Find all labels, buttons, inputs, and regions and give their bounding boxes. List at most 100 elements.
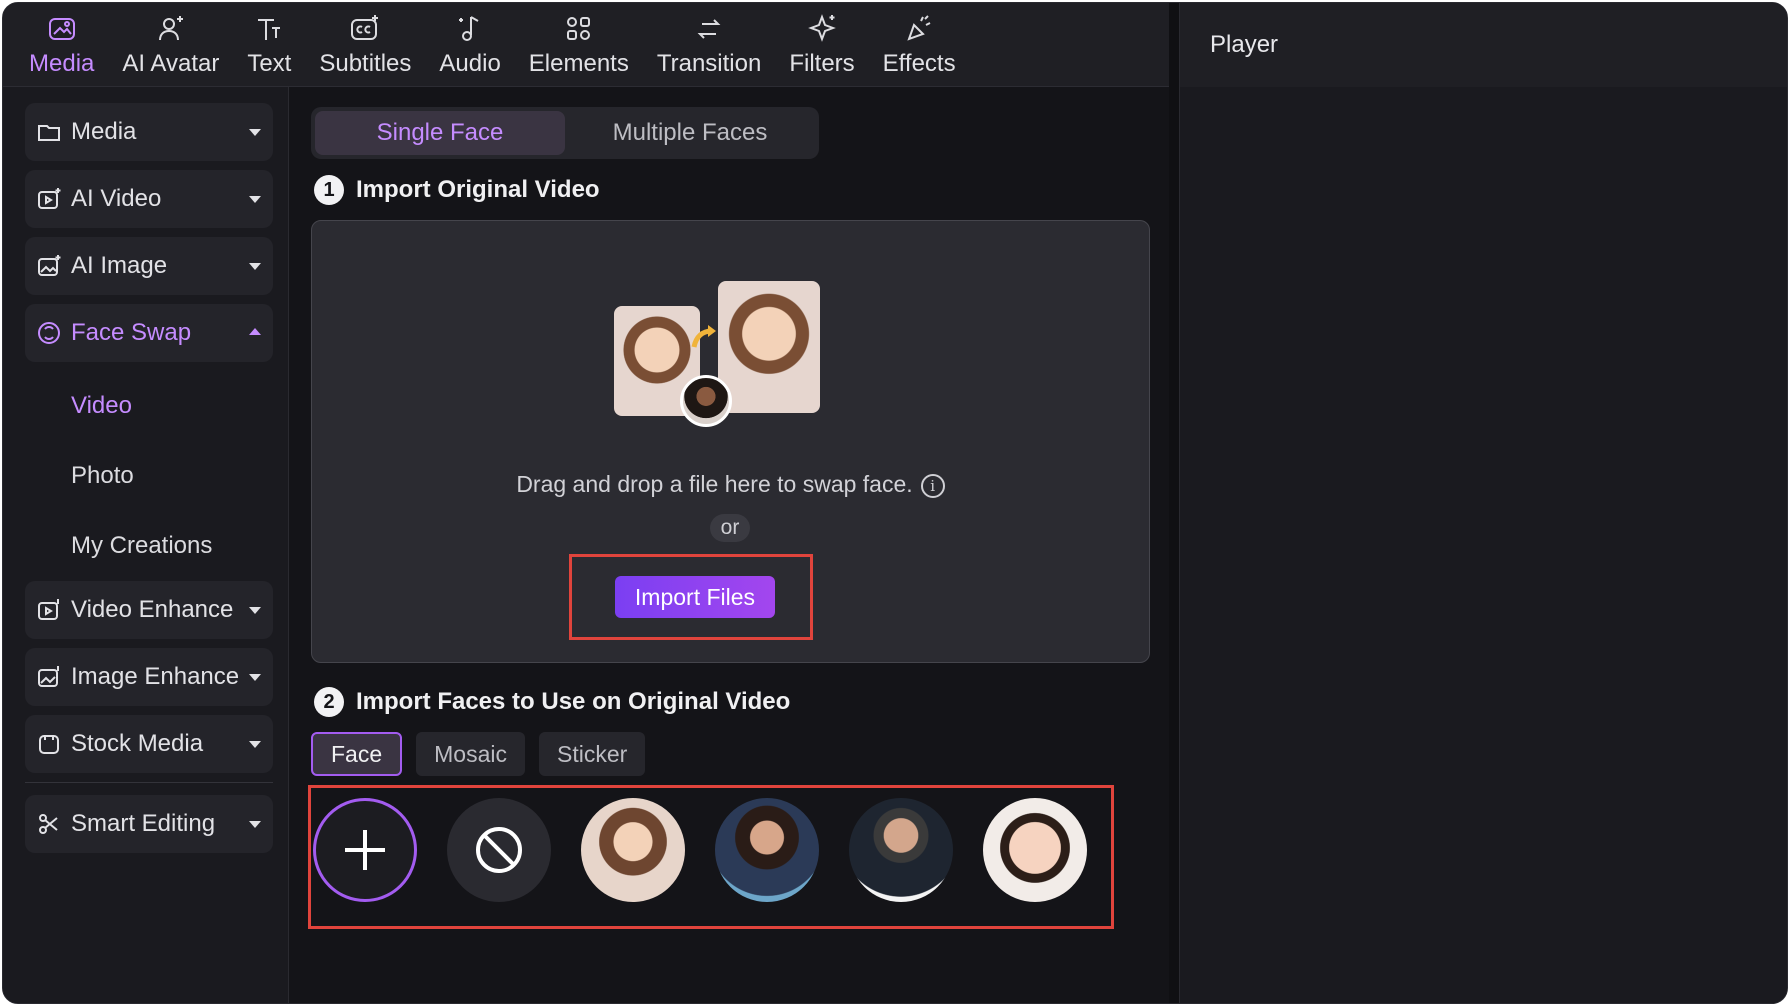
tab-label: Effects [882,49,956,77]
no-entry-icon [476,827,522,873]
target-face-avatar [680,375,732,427]
no-face-button[interactable] [447,798,551,902]
chip-mosaic[interactable]: Mosaic [416,732,525,776]
image-enhance-icon [35,663,63,691]
add-face-button[interactable] [313,798,417,902]
player-title: Player [1210,31,1279,58]
tab-label: Elements [528,49,629,77]
face-mode-tabs: Single Face Multiple Faces [311,107,819,159]
face-swap-illustration [614,281,824,431]
top-toolbar: Media AI Avatar Text Subtitles Audio Ele… [3,3,1169,87]
swap-arrow-icon [691,325,716,348]
sidebar-item-smart-editing[interactable]: Smart Editing [25,795,273,853]
sidebar-item-label: AI Image [71,252,168,279]
face-thumbnail-1[interactable] [581,798,685,902]
tab-label: Text [247,49,292,77]
step1-heading: 1 Import Original Video [314,175,600,205]
plus-icon [345,830,385,870]
tab-ai-avatar[interactable]: AI Avatar [108,3,233,86]
tab-multiple-faces[interactable]: Multiple Faces [565,111,815,155]
smart-editing-icon [35,810,63,838]
media-icon [48,17,75,40]
filters-icon [808,13,836,42]
import-files-button[interactable]: Import Files [615,576,775,618]
sidebar-divider [25,782,273,783]
tab-label: Subtitles [319,49,412,77]
face-thumbnail-4[interactable] [983,798,1087,902]
chip-sticker[interactable]: Sticker [539,732,646,776]
face-library [308,785,1114,929]
chip-face[interactable]: Face [311,732,403,776]
caret-down-icon [249,607,261,614]
app-window: Media AI Avatar Text Subtitles Audio Ele… [2,2,1788,1004]
caret-down-icon [249,263,261,270]
sidebar-item-stock-media[interactable]: Stock Media [25,715,273,773]
video-dropzone[interactable]: Drag and drop a file here to swap face. i… [311,220,1150,663]
sidebar-item-label: Video Enhance [71,596,234,623]
import-highlight-box: Import Files [569,554,813,640]
tab-single-face[interactable]: Single Face [315,111,565,155]
sub-label: Photo [71,462,134,489]
audio-icon [459,15,479,41]
face-swap-icon [35,319,63,347]
sidebar-item-ai-image[interactable]: AI Image [25,237,273,295]
effects-icon [907,14,931,41]
caret-down-icon [249,674,261,681]
info-icon[interactable]: i [920,473,945,498]
video-enhance-icon [35,596,63,624]
elements-icon [566,16,590,40]
tab-audio[interactable]: Audio [425,3,514,86]
drop-text: Drag and drop a file here to swap face. [516,471,913,497]
sidebar-item-video-enhance[interactable]: Video Enhance [25,581,273,639]
tab-media[interactable]: Media [15,3,108,86]
left-sidebar: Media AI Video AI Image Face Swap Video … [3,87,289,1003]
step-number: 1 [314,175,344,205]
caret-up-icon [249,328,261,335]
ai-avatar-icon [158,15,183,40]
drop-instruction: Drag and drop a file here to swap face. i [312,471,1149,498]
or-separator: or [710,514,750,542]
stock-media-icon [35,730,63,758]
result-photo [718,281,820,413]
tab-label: Media [29,49,95,77]
transition-icon [697,18,721,39]
tab-label: Audio [439,49,501,77]
caret-down-icon [249,129,261,136]
tab-text[interactable]: Text [233,3,305,86]
ai-video-icon [35,185,63,213]
tab-label: Filters [789,49,855,77]
sidebar-item-face-swap[interactable]: Face Swap [25,304,273,362]
sidebar-sub-my-creations[interactable]: My Creations [25,511,274,581]
subtitles-icon [351,14,379,40]
face-thumbnail-2[interactable] [715,798,819,902]
face-thumbnail-3[interactable] [849,798,953,902]
tab-filters[interactable]: Filters [775,3,868,86]
tab-label: Transition [656,49,762,77]
sub-label: Video [71,392,132,419]
sidebar-sub-video[interactable]: Video [25,371,274,441]
sub-label: My Creations [71,532,213,559]
sidebar-item-label: Image Enhance [71,663,240,690]
caret-down-icon [249,741,261,748]
step-number: 2 [314,687,344,717]
sidebar-item-label: Stock Media [71,730,204,757]
sidebar-item-media[interactable]: Media [25,103,273,161]
text-icon [258,18,281,40]
player-panel: Player [1179,3,1787,1003]
face-swap-panel: Single Face Multiple Faces 1 Import Orig… [290,87,1169,1003]
tab-elements[interactable]: Elements [515,3,643,86]
sidebar-item-label: Face Swap [71,319,192,346]
face-type-chips: Face Mosaic Sticker [311,732,646,776]
panel-gap [1169,3,1179,1003]
tab-effects[interactable]: Effects [869,3,970,86]
sidebar-item-image-enhance[interactable]: Image Enhance [25,648,273,706]
sidebar-item-label: Smart Editing [71,810,216,837]
tab-subtitles[interactable]: Subtitles [305,3,425,86]
sidebar-item-label: AI Video [71,185,162,212]
tab-transition[interactable]: Transition [643,3,775,86]
sidebar-sub-photo[interactable]: Photo [25,441,274,511]
ai-image-icon [35,252,63,280]
step2-heading: 2 Import Faces to Use on Original Video [314,687,790,717]
sidebar-item-ai-video[interactable]: AI Video [25,170,273,228]
tab-label: AI Avatar [122,49,220,77]
